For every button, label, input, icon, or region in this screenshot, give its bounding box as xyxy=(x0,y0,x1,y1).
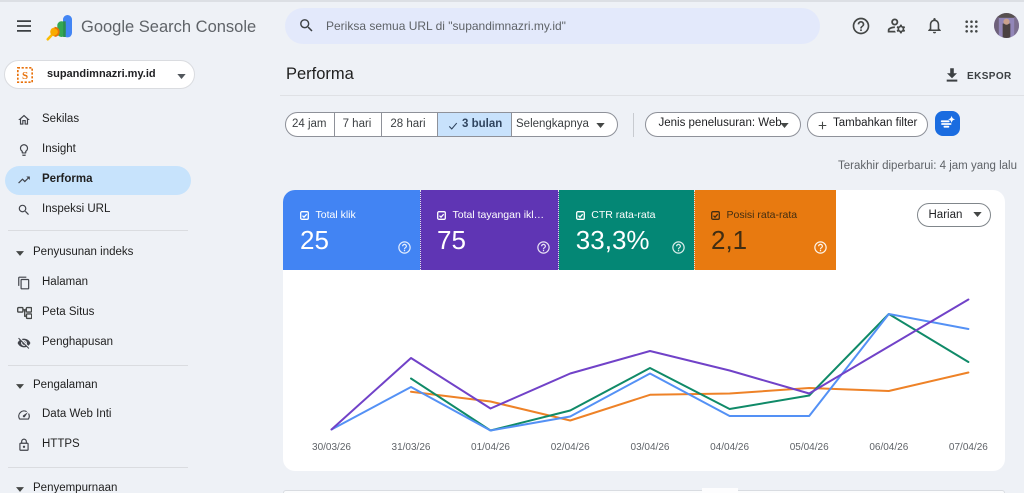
svg-text:30/03/26: 30/03/26 xyxy=(312,442,351,453)
svg-text:06/04/26: 06/04/26 xyxy=(869,442,908,453)
svg-text:S: S xyxy=(21,70,27,82)
svg-text:31/03/26: 31/03/26 xyxy=(392,442,431,453)
svg-text:05/04/26: 05/04/26 xyxy=(790,442,829,453)
svg-text:04/04/26: 04/04/26 xyxy=(710,442,749,453)
svg-text:07/04/26: 07/04/26 xyxy=(949,442,988,453)
svg-text:02/04/26: 02/04/26 xyxy=(551,442,590,453)
svg-text:01/04/26: 01/04/26 xyxy=(471,442,510,453)
svg-text:03/04/26: 03/04/26 xyxy=(631,442,670,453)
